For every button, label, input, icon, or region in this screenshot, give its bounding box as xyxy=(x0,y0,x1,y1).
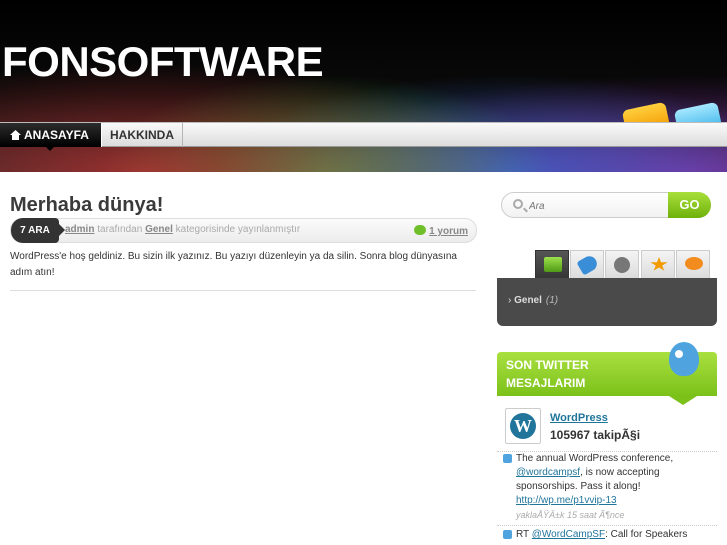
tweet-mention[interactable]: @wordcampsf xyxy=(516,467,580,478)
author-link[interactable]: admin xyxy=(65,224,94,235)
category-text: kategorisinde yayınlanmıştır xyxy=(175,224,301,235)
post-divider xyxy=(10,290,476,291)
category-count: (1) xyxy=(545,295,559,306)
comments-link[interactable]: 1 yorum xyxy=(414,224,468,237)
tweet-item: The annual WordPress conference, @wordcam… xyxy=(503,452,713,522)
tab-recent[interactable] xyxy=(605,250,639,278)
tweet-mention[interactable]: @WordCampSF xyxy=(532,529,605,540)
site-title[interactable]: FONSOFTWARE xyxy=(2,38,324,86)
tweet-divider xyxy=(497,525,717,526)
twitter-widget-title: SON TWITTER MESAJLARIM xyxy=(506,358,589,390)
site-header: FONSOFTWARE ANASAYFA HAKKINDA xyxy=(0,0,727,172)
twitter-followers: 105967 takipÃ§i xyxy=(550,428,641,442)
post-title[interactable]: Merhaba dünya! xyxy=(10,194,163,217)
by-text: tarafından xyxy=(97,224,143,235)
tab-tags[interactable] xyxy=(570,250,604,278)
main-nav: ANASAYFA HAKKINDA xyxy=(0,122,727,151)
comment-bubble-icon xyxy=(685,257,703,270)
post-meta: 7 ARA admin tarafından Genel kategorisin… xyxy=(10,218,477,243)
tab-popular[interactable] xyxy=(641,250,675,278)
wordpress-logo-icon[interactable]: W xyxy=(505,408,541,444)
search-input[interactable] xyxy=(529,198,659,214)
search-icon xyxy=(513,199,523,209)
twitter-widget-header: SON TWITTER MESAJLARIM xyxy=(497,342,717,405)
twitter-icon xyxy=(503,454,512,463)
tab-comments[interactable] xyxy=(676,250,710,278)
category-name: Genel xyxy=(514,295,542,306)
tweet-item: RT @WordCampSF: Call for Speakers xyxy=(503,528,713,542)
category-link[interactable]: Genel xyxy=(145,224,173,235)
main-content: Merhaba dünya! 7 ARA admin tarafından Ge… xyxy=(0,172,727,545)
twitter-bird-icon xyxy=(669,342,699,376)
tweet-link[interactable]: http://wp.me/p1vvip-13 xyxy=(516,495,617,506)
tab-categories[interactable] xyxy=(535,250,569,280)
categories-panel: › Genel (1) xyxy=(497,278,717,326)
active-caret xyxy=(46,147,54,151)
twitter-username[interactable]: WordPress xyxy=(550,412,608,424)
tweet-text: RT xyxy=(516,529,529,540)
nav-about[interactable]: HAKKINDA xyxy=(101,123,183,147)
tweet-time: yaklaÅŸÄ±k 15 saat Ã¶nce xyxy=(516,510,625,520)
folder-icon xyxy=(544,257,562,272)
category-item[interactable]: › Genel (1) xyxy=(508,295,558,306)
post-body: WordPress'e hoş geldiniz. Bu sizin ilk y… xyxy=(10,251,457,278)
tweet-text: The annual WordPress conference, xyxy=(516,453,674,464)
twitter-profile: W WordPress 105967 takipÃ§i xyxy=(497,405,717,449)
twitter-icon xyxy=(503,530,512,539)
nav-home[interactable]: ANASAYFA xyxy=(0,123,101,151)
tag-icon xyxy=(576,253,600,276)
clock-icon xyxy=(614,257,630,273)
comment-icon xyxy=(414,225,427,235)
comments-count: 1 yorum xyxy=(429,226,468,237)
post-byline: admin tarafından Genel kategorisinde yay… xyxy=(65,224,300,235)
search-form: GO xyxy=(501,192,711,218)
nav-home-label: ANASAYFA xyxy=(24,128,89,142)
tweet-text: : Call for Speakers xyxy=(605,529,688,540)
star-icon xyxy=(650,257,668,271)
post-date: 7 ARA xyxy=(11,218,65,243)
search-go-button[interactable]: GO xyxy=(668,192,711,218)
home-icon xyxy=(10,130,21,140)
